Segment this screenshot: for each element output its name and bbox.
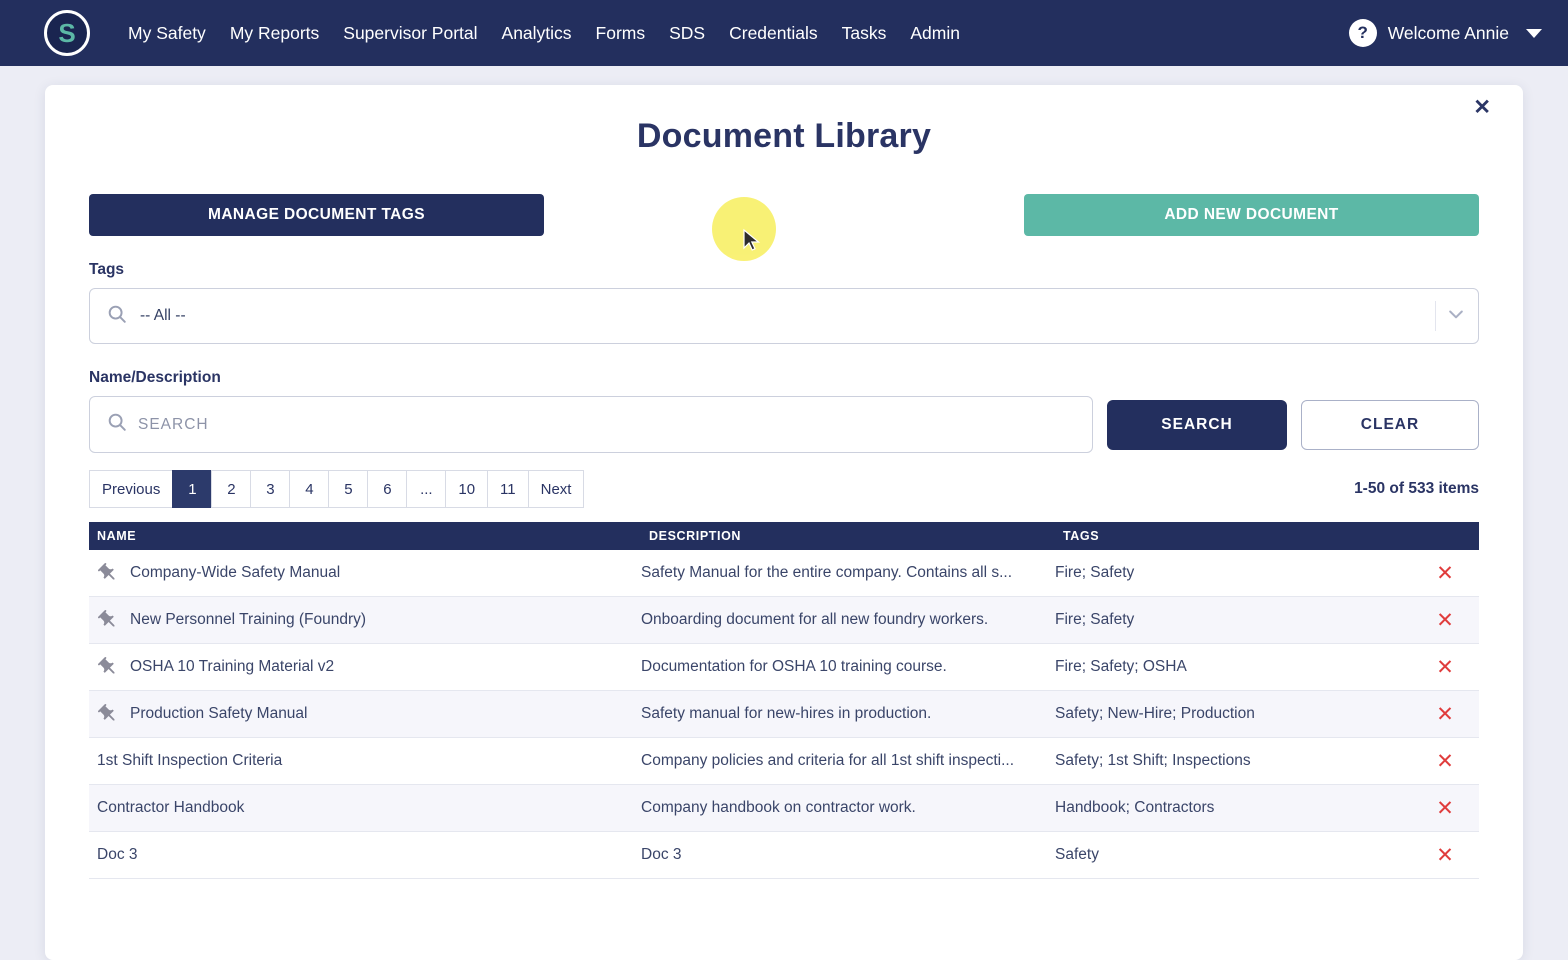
pin-icon — [92, 656, 123, 678]
nav-item-my-safety[interactable]: My Safety — [116, 23, 218, 44]
nav-item-forms[interactable]: Forms — [584, 23, 658, 44]
document-tags: Fire; Safety — [1055, 611, 1135, 628]
document-name: Production Safety Manual — [130, 705, 308, 722]
document-tags: Fire; Safety; OSHA — [1055, 658, 1187, 675]
tags-select-value: -- All -- — [140, 307, 186, 324]
table-header: NAME DESCRIPTION TAGS — [89, 522, 1479, 550]
delete-icon[interactable]: ✕ — [1436, 610, 1454, 631]
table-row[interactable]: New Personnel Training (Foundry) Onboard… — [89, 597, 1479, 644]
document-description: Safety Manual for the entire company. Co… — [641, 564, 1013, 581]
pagination-page[interactable]: 11 — [487, 470, 529, 508]
pagination-ellipsis: ... — [406, 470, 447, 508]
delete-icon[interactable]: ✕ — [1436, 845, 1454, 866]
nav-item-sds[interactable]: SDS — [657, 23, 717, 44]
header-name: NAME — [97, 529, 137, 543]
document-description: Safety manual for new-hires in productio… — [641, 705, 932, 722]
delete-icon[interactable]: ✕ — [1436, 751, 1454, 772]
manage-document-tags-button[interactable]: MANAGE DOCUMENT TAGS — [89, 194, 544, 236]
top-nav: S My Safety My Reports Supervisor Portal An… — [0, 0, 1568, 66]
pagination-page[interactable]: 1 — [172, 470, 213, 508]
pagination: Previous 1 2 3 4 5 6... 10 11 Next — [89, 470, 585, 508]
name-description-label: Name/Description — [89, 369, 221, 386]
actions-row: MANAGE DOCUMENT TAGS ADD NEW DOCUMENT — [89, 194, 1479, 236]
document-tags: Safety; New-Hire; Production — [1055, 705, 1255, 722]
header-tags: TAGS — [1063, 529, 1100, 543]
nav-item-admin[interactable]: Admin — [898, 23, 972, 44]
app-logo[interactable]: S — [44, 10, 90, 56]
document-name: Contractor Handbook — [97, 799, 245, 816]
app-logo-letter: S — [58, 17, 76, 48]
tags-label: Tags — [89, 261, 125, 278]
pin-icon — [92, 609, 123, 631]
document-table: NAME DESCRIPTION TAGS Company-Wide Safet… — [89, 522, 1479, 879]
nav-item-analytics[interactable]: Analytics — [490, 23, 584, 44]
pagination-page[interactable]: 2 — [211, 470, 252, 508]
nav-item-tasks[interactable]: Tasks — [830, 23, 899, 44]
add-new-document-button[interactable]: ADD NEW DOCUMENT — [1024, 194, 1479, 236]
nav-item-credentials[interactable]: Credentials — [717, 23, 830, 44]
nav-items: My Safety My Reports Supervisor Portal Anal… — [116, 23, 972, 44]
delete-icon[interactable]: ✕ — [1436, 657, 1454, 678]
pagination-page[interactable]: 6 — [367, 470, 408, 508]
clear-button[interactable]: CLEAR — [1301, 399, 1479, 450]
tags-select-controls — [1435, 301, 1466, 331]
table-row[interactable]: Doc 3 Doc 3 Safety ✕ — [89, 832, 1479, 879]
pagination-row: Previous 1 2 3 4 5 6... 10 11 Next 1-50 of 533 i… — [89, 470, 1479, 508]
pagination-page[interactable]: 5 — [328, 470, 369, 508]
document-name: OSHA 10 Training Material v2 — [130, 658, 335, 675]
pin-icon — [92, 703, 123, 725]
document-name: 1st Shift Inspection Criteria — [97, 752, 283, 769]
chevron-down-icon[interactable] — [1526, 28, 1542, 38]
search-box — [89, 396, 1093, 453]
pagination-page[interactable]: 3 — [250, 470, 291, 508]
pagination-next[interactable]: Next — [527, 470, 585, 508]
document-description: Company policies and criteria for all 1s… — [641, 752, 1015, 769]
document-description: Doc 3 — [641, 846, 682, 863]
document-description: Onboarding document for all new foundry … — [641, 611, 989, 628]
document-description: Company handbook on contractor work. — [641, 799, 916, 816]
search-input[interactable] — [138, 415, 1076, 434]
chevron-down-icon[interactable] — [1446, 304, 1466, 329]
help-icon-glyph: ? — [1357, 23, 1368, 42]
table-row[interactable]: Company-Wide Safety Manual Safety Manual… — [89, 550, 1479, 597]
pin-icon — [92, 562, 123, 584]
header-description: DESCRIPTION — [649, 529, 742, 543]
search-row: SEARCH CLEAR — [89, 396, 1479, 453]
help-icon[interactable]: ? — [1348, 19, 1377, 47]
pagination-previous[interactable]: Previous — [89, 470, 174, 508]
table-row[interactable]: Production Safety Manual Safety manual f… — [89, 691, 1479, 738]
search-button[interactable]: SEARCH — [1107, 399, 1287, 450]
document-name: Doc 3 — [97, 846, 138, 863]
document-name: Company-Wide Safety Manual — [130, 564, 341, 581]
document-tags: Safety — [1055, 846, 1099, 863]
delete-icon[interactable]: ✕ — [1436, 704, 1454, 725]
table-row[interactable]: Contractor Handbook Company handbook on … — [89, 785, 1479, 832]
search-icon — [106, 411, 128, 438]
welcome-label: Welcome Annie — [1387, 22, 1509, 43]
close-icon[interactable]: ✕ — [1473, 97, 1491, 118]
tags-select[interactable]: -- All -- — [89, 288, 1479, 344]
document-name: New Personnel Training (Foundry) — [130, 611, 367, 628]
select-divider — [1435, 301, 1436, 331]
document-library-panel: ✕ Document Library MANAGE DOCUMENT TAGS … — [45, 85, 1523, 960]
table-row[interactable]: OSHA 10 Training Material v2 Documentati… — [89, 644, 1479, 691]
search-icon — [106, 303, 128, 330]
items-count-summary: 1-50 of 533 items — [1354, 480, 1479, 497]
document-table-body: Company-Wide Safety Manual Safety Manual… — [89, 550, 1479, 879]
nav-item-my-reports[interactable]: My Reports — [218, 23, 331, 44]
pagination-page[interactable]: 4 — [289, 470, 330, 508]
delete-icon[interactable]: ✕ — [1436, 563, 1454, 584]
document-description: Documentation for OSHA 10 training cours… — [641, 658, 947, 675]
document-tags: Handbook; Contractors — [1055, 799, 1215, 816]
pagination-page[interactable]: 10 — [445, 470, 489, 508]
nav-right: ? Welcome Annie — [1348, 19, 1542, 47]
document-tags: Safety; 1st Shift; Inspections — [1055, 752, 1251, 769]
delete-icon[interactable]: ✕ — [1436, 798, 1454, 819]
page-title: Document Library — [636, 117, 932, 155]
table-row[interactable]: 1st Shift Inspection Criteria Company po… — [89, 738, 1479, 785]
nav-item-supervisor-portal[interactable]: Supervisor Portal — [331, 23, 489, 44]
document-tags: Fire; Safety — [1055, 564, 1135, 581]
